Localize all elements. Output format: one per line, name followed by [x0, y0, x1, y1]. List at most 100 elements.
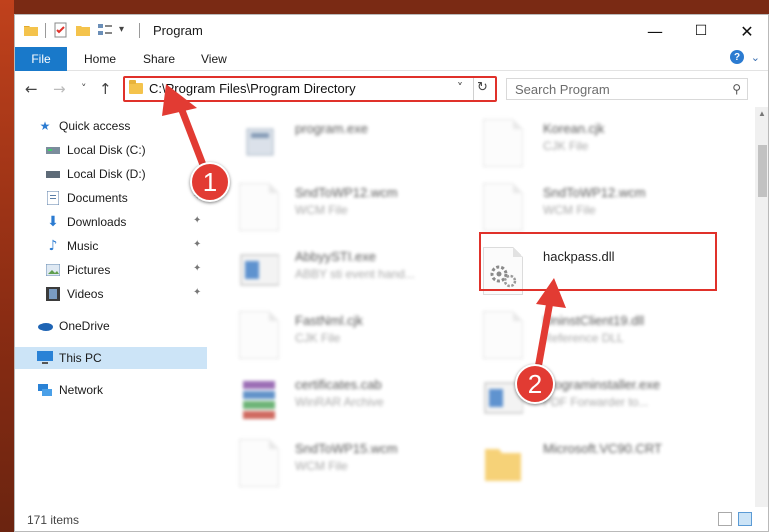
sidebar-item-label: Local Disk (D:) — [67, 167, 146, 181]
sidebar-item-this-pc[interactable]: This PC — [15, 347, 207, 369]
sidebar-item-videos[interactable]: Videos ✦ — [15, 283, 207, 305]
sidebar-item-documents[interactable]: Documents ✦ — [15, 187, 207, 209]
file-list: program.exe SndToWP12.wcm WCM File Abbyy… — [207, 107, 755, 507]
sidebar-item-quick-access[interactable]: ★ Quick access — [15, 115, 207, 137]
file-name: Korean.cjk — [543, 121, 605, 136]
file-item[interactable]: Korean.cjk CJK File — [483, 115, 713, 171]
file-name: SndToWP15.wcm — [295, 441, 398, 456]
pin-icon[interactable]: ✦ — [193, 215, 201, 226]
maximize-button[interactable]: ☐ — [678, 15, 724, 47]
search-icon[interactable]: ⚲ — [732, 82, 741, 96]
sidebar-item-local-disk-d[interactable]: Local Disk (D:) — [15, 163, 207, 185]
dll-gear-icon — [483, 311, 523, 359]
title-separator — [45, 23, 46, 38]
expand-ribbon-icon[interactable]: ⌄ — [751, 51, 760, 64]
file-item[interactable]: UninstClient19.dll Reference DLL — [483, 307, 713, 363]
sidebar-item-label: This PC — [59, 351, 102, 365]
step-2-badge: 2 — [515, 364, 555, 404]
tab-share[interactable]: Share — [143, 52, 175, 66]
sidebar-item-label: Quick access — [59, 119, 131, 133]
up-arrow-icon[interactable]: ↑ — [99, 80, 112, 98]
help-icon[interactable]: ? — [730, 50, 744, 64]
navigation-bar: ← → ˅ ↑ C:\Program Files\Program Directo… — [15, 72, 768, 107]
pin-icon[interactable]: ✦ — [193, 239, 201, 250]
file-type: WCM File — [295, 459, 348, 473]
file-icon — [483, 183, 523, 231]
sidebar-item-music[interactable]: ♪ Music ✦ — [15, 235, 207, 257]
scroll-thumb[interactable] — [758, 145, 767, 197]
file-name: programinstaller.exe — [543, 377, 661, 392]
sidebar-item-pictures[interactable]: Pictures ✦ — [15, 259, 207, 281]
window-title: Program — [153, 23, 203, 38]
close-button[interactable]: ✕ — [724, 15, 768, 47]
sidebar-item-local-disk-c[interactable]: Local Disk (C:) — [15, 139, 207, 161]
executable-icon — [239, 119, 279, 167]
properties-icon[interactable] — [53, 22, 69, 38]
large-icons-view-icon[interactable] — [738, 512, 752, 526]
sidebar-item-onedrive[interactable]: OneDrive — [15, 315, 207, 337]
file-item[interactable]: SndToWP15.wcm WCM File — [239, 435, 469, 491]
file-item[interactable]: AbbyySTI.exe ABBY sti event hand... — [239, 243, 469, 299]
documents-icon — [45, 190, 61, 206]
pin-icon[interactable]: ✦ — [193, 263, 201, 274]
sidebar-item-label: Pictures — [67, 263, 111, 277]
tab-view[interactable]: View — [201, 52, 227, 66]
vertical-scrollbar[interactable]: ▲ — [755, 107, 768, 507]
file-type: CJK File — [543, 139, 589, 153]
search-input[interactable]: Search Program ⚲ — [506, 78, 748, 100]
file-name: program.exe — [295, 121, 368, 136]
file-type: CJK File — [295, 331, 341, 345]
sidebar-item-label: Local Disk (C:) — [67, 143, 146, 157]
address-dropdown-icon[interactable]: ˅ — [457, 81, 463, 95]
videos-icon — [45, 286, 61, 302]
file-item[interactable]: certificates.cab WinRAR Archive — [239, 371, 469, 427]
file-name: SndToWP12.wcm — [543, 185, 646, 200]
forward-arrow-icon[interactable]: → — [53, 80, 66, 98]
file-icon — [239, 439, 279, 487]
sidebar-item-downloads[interactable]: ⬇ Downloads ✦ — [15, 211, 207, 233]
status-bar: 171 items — [15, 507, 768, 531]
details-view-icon[interactable] — [718, 512, 732, 526]
title-separator-2 — [139, 23, 140, 38]
file-item[interactable]: SndToWP12.wcm WCM File — [483, 179, 713, 235]
file-type: PDF Forwarder to... — [543, 395, 649, 409]
minimize-button[interactable]: — — [632, 15, 678, 47]
file-item[interactable]: FastNml.cjk CJK File — [239, 307, 469, 363]
step-1-badge: 1 — [190, 162, 230, 202]
sidebar-item-network[interactable]: Network — [15, 379, 207, 401]
customize-icon[interactable] — [97, 22, 113, 38]
sidebar-item-label: Documents — [67, 191, 128, 205]
file-item[interactable]: SndToWP12.wcm WCM File — [239, 179, 469, 235]
recent-locations-icon[interactable]: ˅ — [81, 82, 87, 95]
file-name: SndToWP12.wcm — [295, 185, 398, 200]
network-icon — [37, 382, 53, 398]
file-type: WCM File — [543, 203, 596, 217]
pin-icon[interactable]: ✦ — [193, 287, 201, 298]
star-icon: ★ — [39, 119, 51, 133]
quick-access-dropdown-icon[interactable]: ▾ — [119, 24, 135, 40]
tab-home[interactable]: Home — [84, 52, 116, 66]
back-arrow-icon[interactable]: ← — [25, 80, 38, 98]
ribbon-tabs: File Home Share View ⌄ ? — [15, 47, 768, 71]
scroll-up-icon[interactable]: ▲ — [758, 109, 766, 118]
pictures-icon — [45, 262, 61, 278]
file-item[interactable]: program.exe — [239, 115, 469, 171]
file-item[interactable]: Microsoft.VC90.CRT — [483, 435, 713, 491]
new-folder-icon[interactable] — [75, 22, 91, 38]
desktop-background — [0, 0, 14, 532]
file-icon — [239, 311, 279, 359]
application-icon — [239, 247, 280, 295]
file-icon — [483, 119, 523, 167]
folder-icon — [483, 439, 523, 487]
address-path[interactable]: C:\Program Files\Program Directory — [149, 81, 356, 96]
title-bar: ▾ Program — ☐ ✕ — [15, 15, 768, 47]
navigation-pane: ★ Quick access Local Disk (C:) Local Dis… — [15, 107, 207, 507]
file-name: UninstClient19.dll — [543, 313, 645, 328]
file-type: ABBY sti event hand... — [295, 267, 415, 281]
file-name: Microsoft.VC90.CRT — [543, 441, 662, 456]
address-bar[interactable]: C:\Program Files\Program Directory ˅ ↻ — [123, 76, 497, 102]
refresh-icon[interactable]: ↻ — [477, 80, 488, 95]
item-count: 171 items — [27, 513, 80, 527]
tab-file[interactable]: File — [15, 47, 67, 71]
drive-icon — [45, 142, 61, 158]
